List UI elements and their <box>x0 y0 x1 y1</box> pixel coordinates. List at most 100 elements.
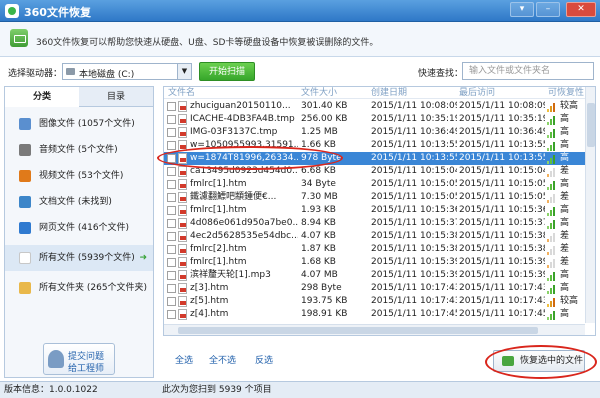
chevron-down-icon[interactable]: ▼ <box>177 64 191 79</box>
vertical-scrollbar[interactable] <box>585 87 595 323</box>
created-date-cell: 2015/1/11 10:15:39 <box>371 270 457 280</box>
accessed-date-cell: 2015/1/11 10:13:55 <box>459 140 545 150</box>
row-checkbox[interactable] <box>167 245 176 254</box>
row-checkbox[interactable] <box>167 271 176 280</box>
file-name-cell: z[4].htm <box>190 309 229 319</box>
table-row[interactable]: z[3].htm 298 Byte 2015/1/11 10:17:43 2015/1… <box>164 282 585 295</box>
sidebar-item-all-files[interactable]: 所有文件 (5939个文件) ➜ <box>5 245 153 271</box>
row-checkbox[interactable] <box>167 115 176 124</box>
select-all-link[interactable]: 全选 <box>175 353 193 366</box>
category-tabs: 分类 目录 <box>5 87 153 107</box>
quick-search-input[interactable]: 输入文件或文件夹名 <box>462 62 594 80</box>
table-row[interactable]: z[4].htm 198.91 KB 2015/1/11 10:17:45 2015/… <box>164 308 585 321</box>
drive-select[interactable]: 本地磁盘 (C:) ▼ <box>62 63 192 80</box>
folder-icon <box>19 282 31 294</box>
table-row[interactable]: ICACHE-4DB3FA4B.tmp 256.00 KB 2015/1/11 10… <box>164 113 585 126</box>
engineer-avatar-icon <box>48 350 64 368</box>
recoverability-cell: 高 <box>560 218 570 228</box>
arrow-right-icon: ➜ <box>139 253 147 263</box>
recoverability-cell: 高 <box>560 283 570 293</box>
table-row[interactable]: fmlrc[1].htm 1.93 KB 2015/1/11 10:15:36 201… <box>164 204 585 217</box>
file-size-cell: 4.07 KB <box>301 231 336 241</box>
file-name-cell: fmlrc[1].htm <box>190 179 247 189</box>
column-header-name[interactable]: 文件名 <box>168 87 195 99</box>
row-checkbox[interactable] <box>167 128 176 137</box>
table-row[interactable]: IMG-03F3137C.tmp 1.25 MB 2015/1/11 10:36:4… <box>164 126 585 139</box>
column-header-created[interactable]: 创建日期 <box>371 87 407 99</box>
webpage-icon <box>19 222 31 234</box>
row-checkbox[interactable] <box>167 232 176 241</box>
video-icon <box>19 170 31 182</box>
sidebar-item-label: 文档文件 (未找到) <box>39 197 112 207</box>
close-button[interactable]: ✕ <box>566 2 596 17</box>
accessed-date-cell: 2015/1/11 10:15:36 <box>459 205 545 215</box>
sidebar-item-video[interactable]: 视频文件 (53个文件) <box>5 163 153 189</box>
recovery-info-icon <box>10 29 28 47</box>
info-banner: 360文件恢复可以帮助您快速从硬盘、U盘、SD卡等硬盘设备中恢复被误删除的文件。 <box>0 22 600 57</box>
invert-selection-link[interactable]: 反选 <box>255 353 273 366</box>
table-row[interactable]: fmlrc[2].htm 1.87 KB 2015/1/11 10:15:38 201… <box>164 243 585 256</box>
created-date-cell: 2015/1/11 10:17:43 <box>371 296 457 306</box>
recoverability-cell: 高 <box>560 309 570 319</box>
sidebar-item-images[interactable]: 图像文件 (1057个文件) <box>5 111 153 137</box>
table-row[interactable]: 滨祥釐天轮[1].mp3 4.07 MB 2015/1/11 10:15:39 201… <box>164 269 585 282</box>
image-icon <box>19 118 31 130</box>
signal-bars-icon <box>547 194 557 203</box>
row-checkbox[interactable] <box>167 180 176 189</box>
recoverability-cell: 较高 <box>560 101 579 111</box>
signal-bars-icon <box>547 285 557 294</box>
row-checkbox[interactable] <box>167 141 176 150</box>
table-row[interactable]: fmlrc[1].htm 1.68 KB 2015/1/11 10:15:39 201… <box>164 256 585 269</box>
sidebar-item-audio[interactable]: 音频文件 (5个文件) <box>5 137 153 163</box>
sidebar-item-documents[interactable]: 文档文件 (未找到) <box>5 189 153 215</box>
created-date-cell: 2015/1/11 10:08:09 <box>371 101 457 111</box>
tab-category[interactable]: 分类 <box>5 87 79 107</box>
row-checkbox[interactable] <box>167 167 176 176</box>
menu-icon[interactable]: ▾ <box>510 2 534 17</box>
table-row[interactable]: z[5].htm 193.75 KB 2015/1/11 10:17:43 2015/… <box>164 295 585 308</box>
table-row[interactable]: 鐵濾翻鰾吧顓鍾便€... 7.30 MB 2015/1/11 10:15:05 201… <box>164 191 585 204</box>
file-type-icon <box>178 244 187 255</box>
signal-bars-icon <box>547 168 557 177</box>
table-row[interactable]: 4d086e061d950a7be0... 8.94 KB 2015/1/11 10… <box>164 217 585 230</box>
select-none-link[interactable]: 全不选 <box>209 353 236 366</box>
minimize-button[interactable]: – <box>536 2 560 17</box>
accessed-date-cell: 2015/1/11 10:13:55 <box>459 153 545 163</box>
signal-bars-icon <box>547 233 557 242</box>
signal-bars-icon <box>547 181 557 190</box>
row-checkbox[interactable] <box>167 102 176 111</box>
signal-bars-icon <box>547 220 557 229</box>
recoverability-cell: 高 <box>560 270 570 280</box>
file-type-icon <box>178 179 187 190</box>
table-row[interactable]: zhuciguan20150110... 301.40 KB 2015/1/11 1… <box>164 100 585 113</box>
file-name-cell: 4d086e061d950a7be0... <box>190 218 298 228</box>
file-name-cell: fmlrc[1].htm <box>190 205 247 215</box>
table-header: 文件名 文件大小 创建日期 最后访问 可恢复性 <box>164 87 595 99</box>
signal-bars-icon <box>547 272 557 281</box>
submit-question-button[interactable]: 提交问题 给工程师 <box>43 343 115 375</box>
row-checkbox[interactable] <box>167 193 176 202</box>
table-row[interactable]: 4ec2d5628535e54dbc... 4.07 KB 2015/1/11 10… <box>164 230 585 243</box>
row-checkbox[interactable] <box>167 219 176 228</box>
created-date-cell: 2015/1/11 10:17:45 <box>371 309 457 319</box>
file-type-icon <box>178 283 187 294</box>
sidebar-item-all-folders[interactable]: 所有文件夹 (265个文件夹) <box>5 275 153 301</box>
table-row[interactable]: fmlrc[1].htm 34 Byte 2015/1/11 10:15:05 201… <box>164 178 585 191</box>
status-bar: 版本信息：1.0.0.1022 此次为您扫到 5939 个项目 <box>0 381 600 398</box>
window-title: 360文件恢复 <box>24 6 91 19</box>
column-header-recoverability[interactable]: 可恢复性 <box>548 87 584 99</box>
row-checkbox[interactable] <box>167 284 176 293</box>
horizontal-scrollbar[interactable] <box>164 324 585 335</box>
file-name-cell: ICACHE-4DB3FA4B.tmp <box>190 114 295 124</box>
accessed-date-cell: 2015/1/11 10:17:45 <box>459 309 545 319</box>
row-checkbox[interactable] <box>167 206 176 215</box>
tab-directory[interactable]: 目录 <box>79 87 153 107</box>
sidebar-item-webpages[interactable]: 网页文件 (416个文件) <box>5 215 153 241</box>
start-scan-button[interactable]: 开始扫描 <box>199 62 255 81</box>
row-checkbox[interactable] <box>167 258 176 267</box>
file-type-icon <box>178 101 187 112</box>
column-header-size[interactable]: 文件大小 <box>301 87 337 99</box>
column-header-accessed[interactable]: 最后访问 <box>459 87 495 99</box>
row-checkbox[interactable] <box>167 310 176 319</box>
row-checkbox[interactable] <box>167 297 176 306</box>
